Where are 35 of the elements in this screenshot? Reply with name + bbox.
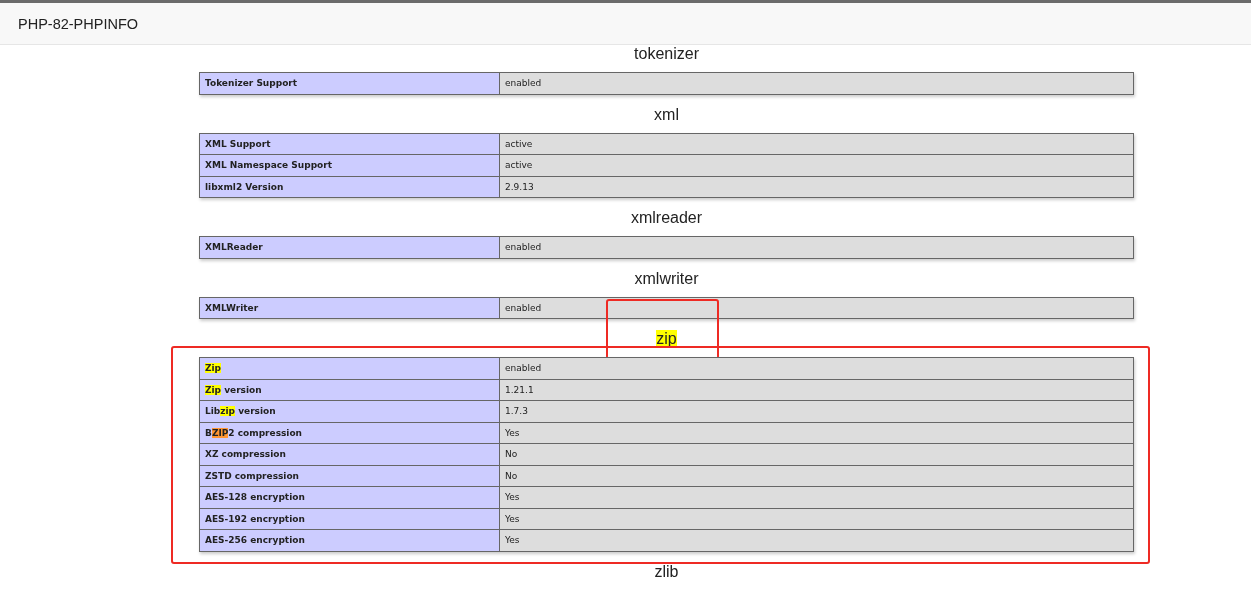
value-cell: enabled [499,72,1134,94]
section-title: xmlreader [630,209,703,227]
value-cell: Yes [499,529,1134,551]
section-title: xml [654,105,679,124]
section-title: tokenizer [634,45,699,63]
key-cell: AES-256 encryption [199,529,500,551]
key-cell: Zip version [199,379,500,401]
key-cell: BZIP2 compression [199,422,500,444]
value-cell: Yes [499,486,1134,508]
value-cell: active [499,154,1134,176]
section-title: xmlwriter [634,269,699,288]
section-title: zlib [654,562,679,581]
value-cell: 1.21.1 [499,379,1134,401]
value-cell: 2.9.13 [499,176,1134,198]
value-cell: No [499,443,1134,465]
value-cell: active [499,133,1134,155]
value-cell: No [499,465,1134,487]
value-cell: enabled [499,236,1134,258]
key-cell: ZSTD compression [199,465,500,487]
value-cell: 1.7.3 [499,400,1134,422]
key-cell: XMLWriter [199,297,500,319]
key-cell: XML Namespace Support [199,154,500,176]
window-title: PHP-82-PHPINFO [18,15,139,32]
key-cell: XML Support [199,133,500,155]
key-cell: Tokenizer Support [199,72,500,94]
value-cell: enabled [499,357,1134,379]
key-cell: XMLReader [199,236,500,258]
key-cell: XZ compression [199,443,500,465]
value-cell: enabled [499,297,1134,319]
key-cell: libxml2 Version [199,176,500,198]
value-cell: Yes [499,508,1134,530]
key-cell: AES-128 encryption [199,486,500,508]
key-cell: Zip [199,357,500,379]
key-cell: AES-192 encryption [199,508,500,530]
value-cell: Yes [499,422,1134,444]
